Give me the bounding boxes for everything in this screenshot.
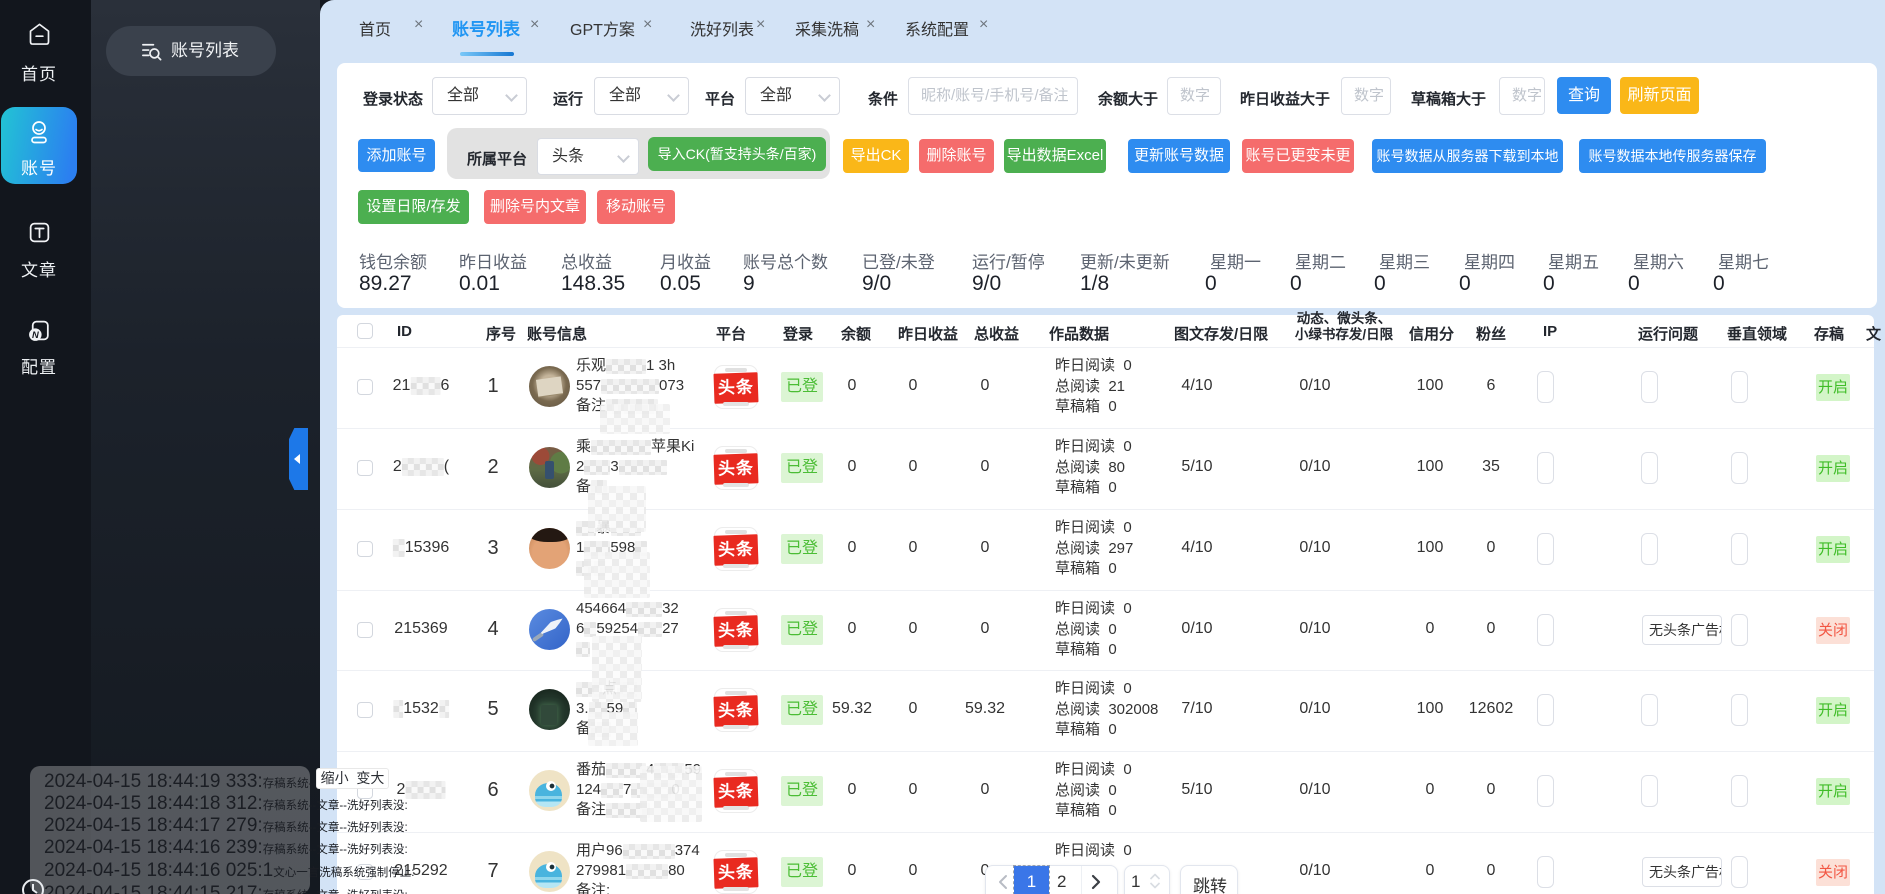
svg-text:N: N xyxy=(31,330,38,340)
